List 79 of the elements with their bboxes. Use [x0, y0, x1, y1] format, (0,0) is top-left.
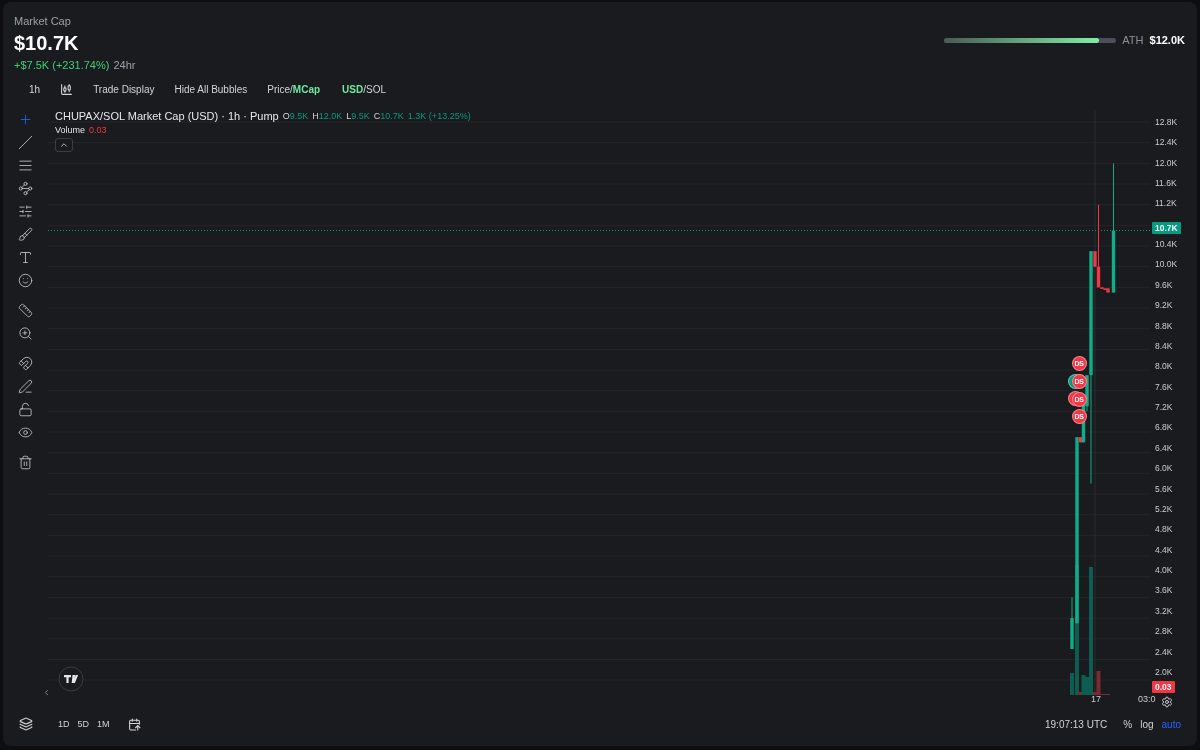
price-axis-label: 5.6K [1155, 483, 1173, 494]
interval-button[interactable]: 1h [23, 81, 47, 97]
price-axis-label: 6.8K [1155, 422, 1173, 433]
price-axis-label: 11.6K [1155, 177, 1177, 188]
ohlc-value: L9.5K [346, 111, 370, 121]
price-axis-label: 3.2K [1155, 605, 1173, 616]
price-axis-label: 7.2K [1155, 402, 1173, 413]
price-axis-label: 8.8K [1155, 320, 1173, 331]
change-period: 24hr [113, 59, 136, 71]
price-axis-label: 12.0K [1155, 157, 1178, 168]
zoom-in-icon [18, 325, 33, 341]
time-axis-label: 17 [1091, 694, 1101, 705]
volume-tag: 0.03 [1152, 681, 1175, 694]
settings-icon[interactable] [1161, 696, 1173, 708]
price-axis-label: 5.2K [1155, 503, 1173, 514]
layers-icon[interactable] [18, 717, 33, 731]
price-axis-label: 7.6K [1155, 381, 1173, 392]
last-price-tag: 10.7K [1152, 221, 1181, 234]
price-axis-label: 10.0K [1155, 259, 1178, 270]
ohlc-value: O9.5K [282, 111, 309, 121]
eye-icon [18, 424, 33, 440]
time-axis-label: 03:0 [1138, 694, 1156, 705]
price-axis-label: 8.0K [1155, 361, 1173, 372]
chevron-left-icon[interactable] [42, 688, 51, 697]
chevron-up-icon [59, 140, 69, 150]
ruler-icon [18, 302, 33, 318]
price-axis-label: 8.4K [1155, 340, 1173, 351]
price-axis-label: 10.4K [1155, 239, 1178, 250]
logo-icon [58, 666, 84, 692]
toggle-button[interactable]: USD/SOL [336, 81, 392, 97]
price-axis-label: 12.8K [1155, 116, 1178, 127]
market-cap-value: $10.7K [14, 31, 80, 56]
candlestick-icon [60, 82, 74, 96]
price-axis-label: 12.4K [1155, 137, 1178, 148]
pencil-icon [18, 378, 33, 394]
smile-icon [18, 272, 33, 288]
price-axis-label: 6.0K [1155, 463, 1173, 474]
line-icon [18, 134, 33, 150]
scale-button[interactable]: auto [1157, 716, 1185, 732]
volume-label: Volume [55, 125, 86, 135]
volume-value: 0.03 [89, 125, 107, 135]
toolbar-button[interactable]: Trade Display [87, 81, 161, 97]
change-value: 1.3K (+13.25%) [407, 111, 471, 121]
price-axis-label: 4.4K [1155, 544, 1173, 555]
ohlc-value: C10.7K [373, 111, 404, 121]
scale-button[interactable]: log [1136, 716, 1158, 732]
range-button[interactable]: 1D [54, 717, 74, 731]
lines-icon [18, 157, 33, 173]
price-axis-label: 6.4K [1155, 442, 1173, 453]
ath-value: $12.0K [1149, 34, 1185, 46]
toolbar-button[interactable]: Hide All Bubbles [168, 81, 254, 97]
unlocked-icon [18, 401, 33, 417]
ath-label: ATH [1122, 34, 1144, 46]
trash-icon [18, 454, 33, 470]
crosshair-icon [18, 111, 33, 127]
range-button[interactable]: 1M [93, 717, 114, 731]
price-axis-label: 3.6K [1155, 585, 1173, 596]
price-axis-label: 2.4K [1155, 646, 1173, 657]
pattern-icon [18, 180, 33, 196]
scale-button[interactable]: % [1119, 716, 1137, 732]
price-axis-label: 2.0K [1155, 666, 1173, 677]
sliders-icon [18, 203, 33, 219]
ohlc-value: H12.0K [312, 111, 343, 121]
price-axis-label: 9.6K [1155, 279, 1173, 290]
brush-icon [18, 226, 33, 242]
price-axis-label: 4.0K [1155, 565, 1173, 576]
price-axis-label: 2.8K [1155, 626, 1173, 637]
toggle-button[interactable]: Price/MCap [261, 81, 327, 97]
clock-time: 19:07:13 UTC [1045, 718, 1108, 730]
range-button[interactable]: 5D [73, 717, 94, 731]
market-cap-label: Market Cap [14, 14, 72, 28]
price-axis-label: 9.2K [1155, 300, 1173, 311]
chart-title: CHUPAX/SOL Market Cap (USD) · 1h · Pump [55, 110, 279, 122]
change-value: +$7.5K (+231.74%) [14, 59, 110, 71]
price-axis-label: 4.8K [1155, 524, 1173, 535]
price-axis-label: 11.2K [1155, 198, 1177, 209]
calendar-icon [127, 717, 141, 731]
text-icon [18, 249, 33, 265]
magnet-icon [18, 355, 33, 371]
